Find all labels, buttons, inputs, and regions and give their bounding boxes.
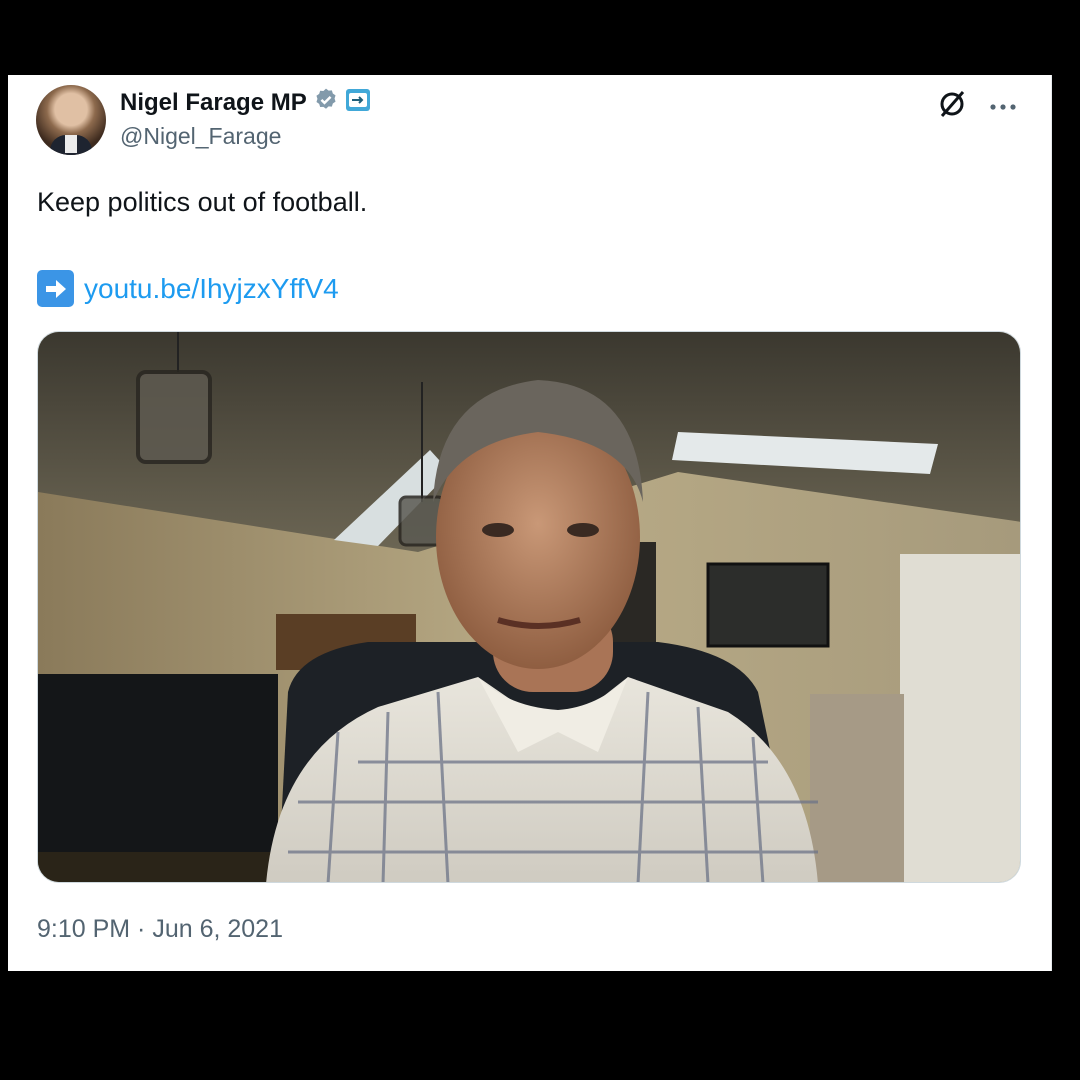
tweet-media-image[interactable] (37, 331, 1021, 883)
tweet-link-row: youtu.be/IhyjzxYffV4 (37, 270, 339, 307)
grok-icon[interactable] (937, 89, 967, 124)
author-name[interactable]: Nigel Farage MP (120, 89, 307, 117)
avatar[interactable] (36, 85, 106, 155)
affiliation-badge-icon[interactable] (345, 87, 371, 118)
tweet-card: Nigel Farage MP @Nigel_Farage Keep polit… (8, 75, 1052, 971)
tweet-actions (937, 89, 1017, 124)
author-row: Nigel Farage MP (120, 87, 371, 118)
tweet-timestamp[interactable]: 9:10 PM · Jun 6, 2021 (37, 915, 283, 944)
tweet-text: Keep politics out of football. (37, 187, 368, 217)
author-handle[interactable]: @Nigel_Farage (120, 123, 281, 150)
more-options-icon[interactable] (989, 98, 1017, 116)
right-arrow-emoji-icon (37, 270, 74, 307)
verified-badge-icon[interactable] (313, 87, 339, 118)
youtube-link[interactable]: youtu.be/IhyjzxYffV4 (84, 273, 339, 305)
